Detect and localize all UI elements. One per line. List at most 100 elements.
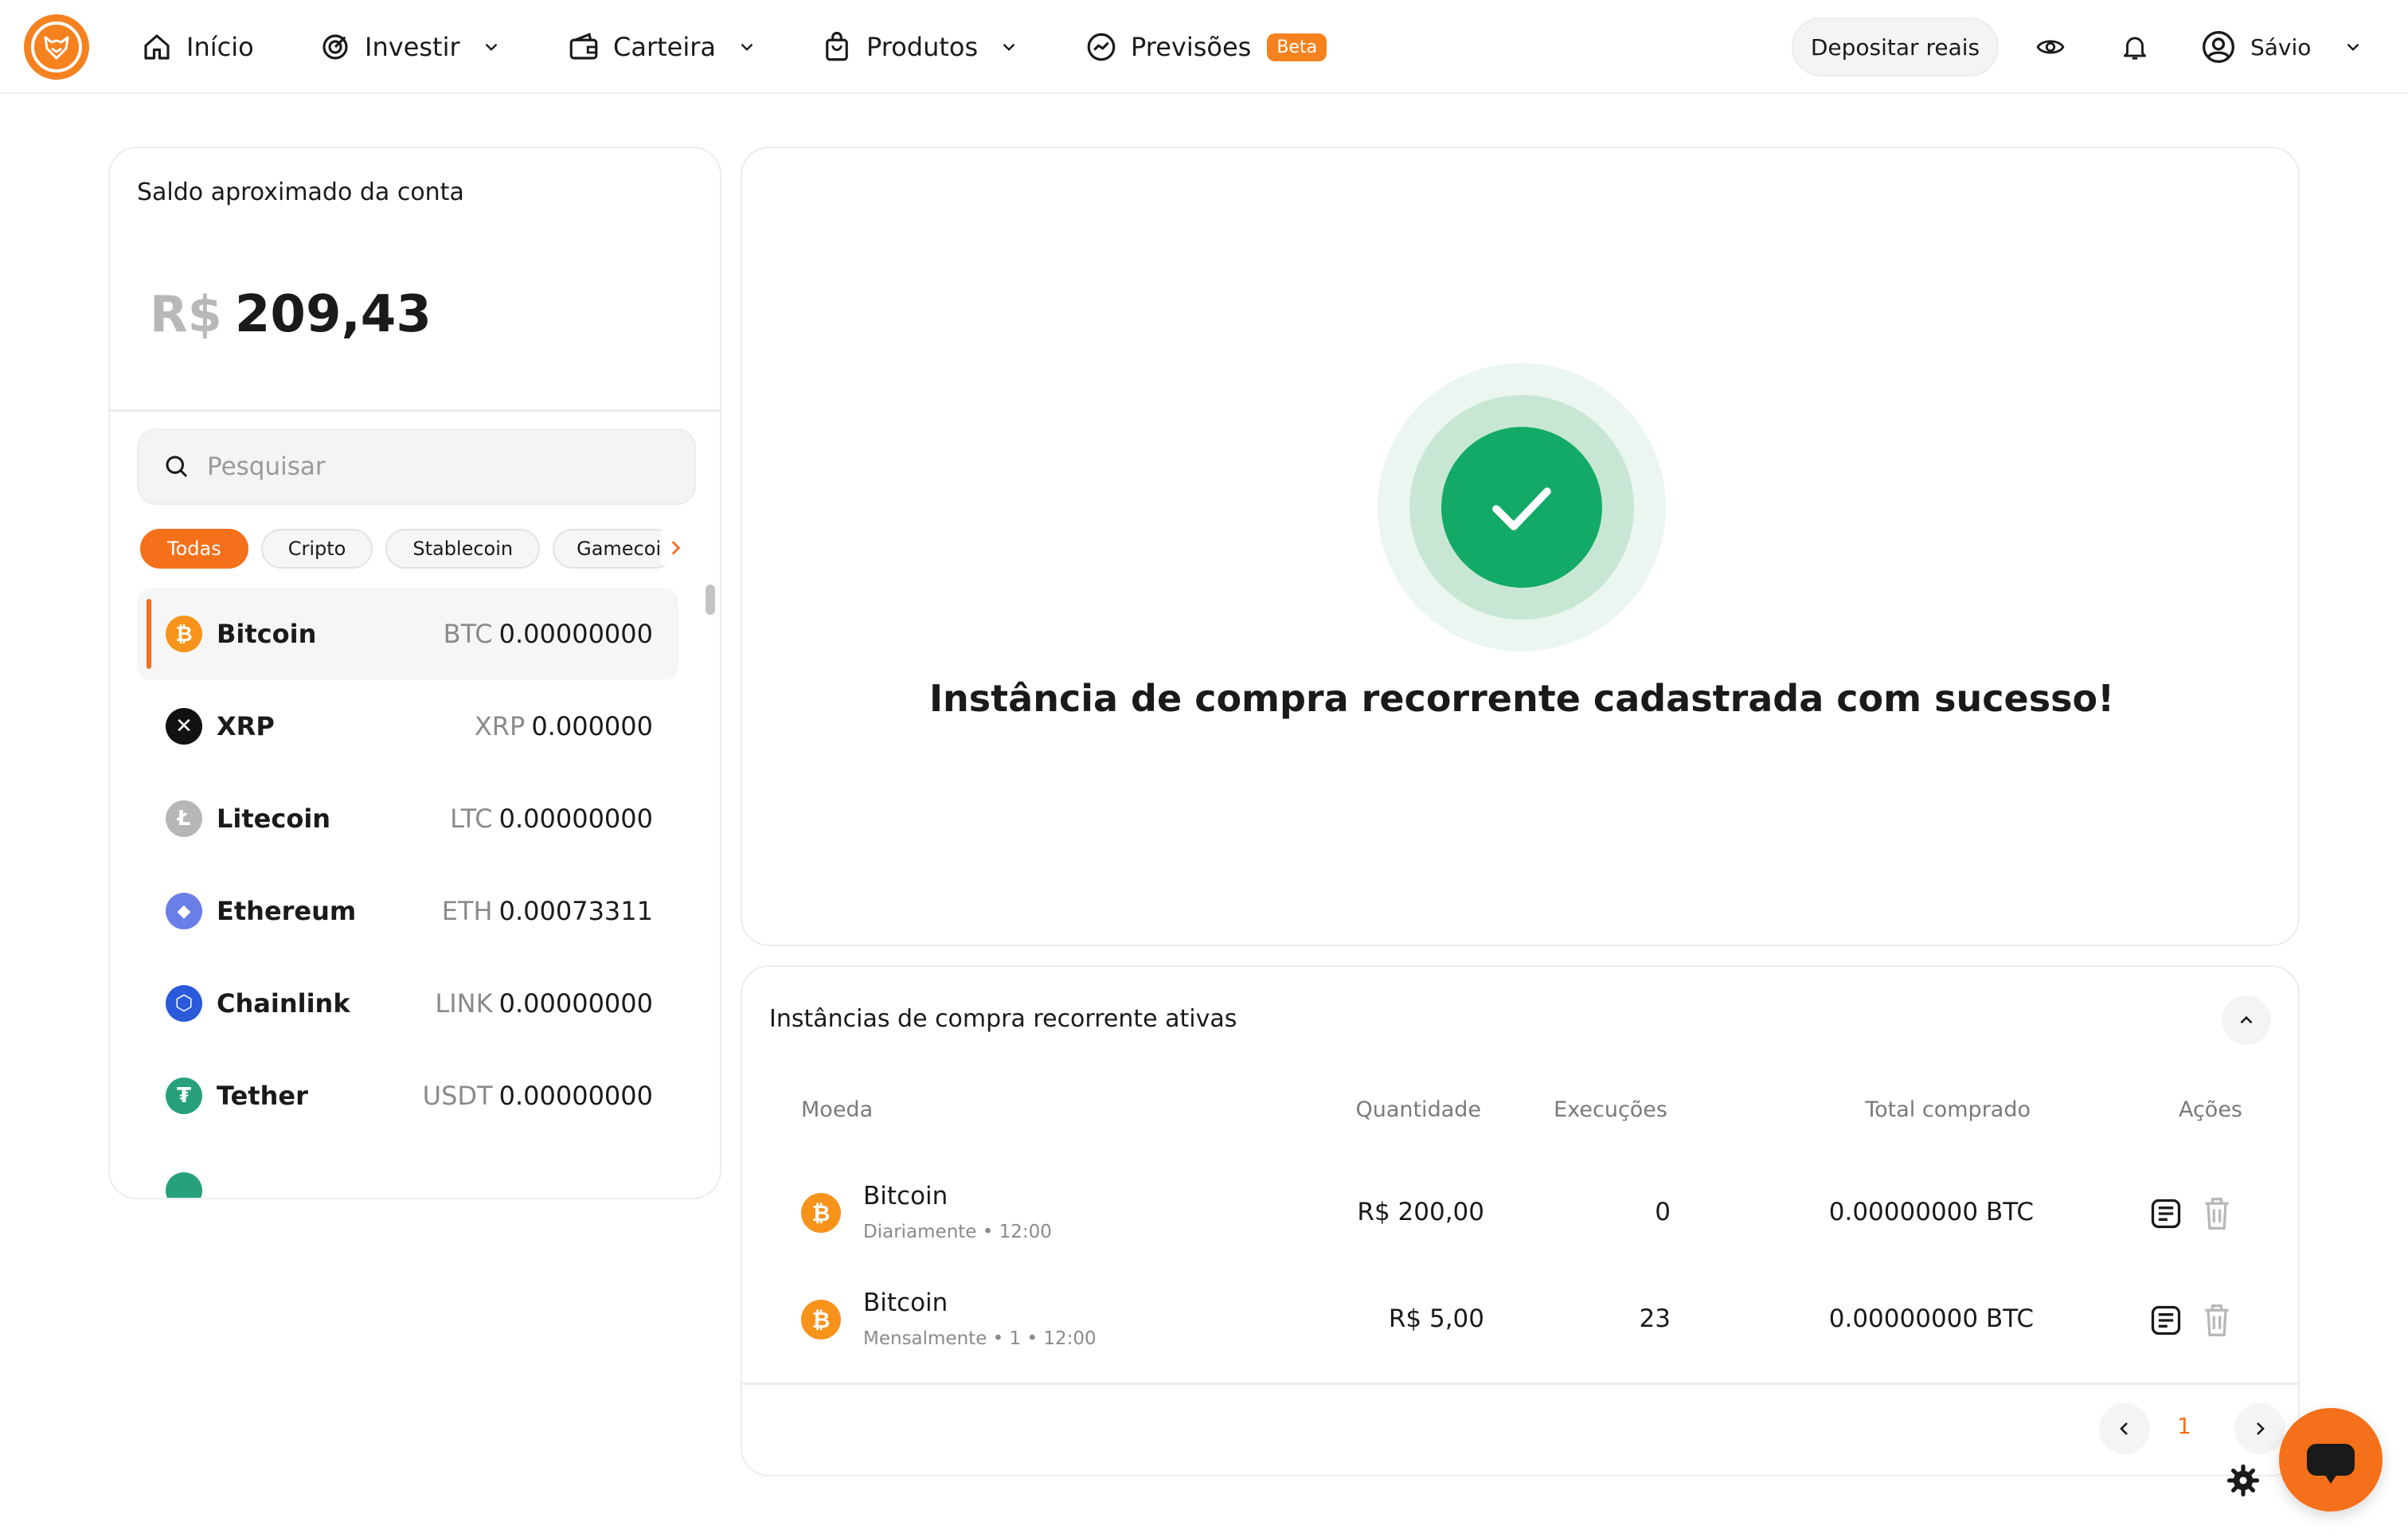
filter-cripto[interactable]: Cripto: [260, 529, 373, 569]
next-coin-icon-partial: [166, 1172, 202, 1198]
account-panel: Saldo aproximado da conta R$ 209,43 Toda…: [108, 147, 721, 1199]
coin-name: Ethereum: [217, 896, 357, 926]
coin-row-litecoin[interactable]: Ł Litecoin LTC 0.00000000: [137, 772, 678, 865]
fox-logo[interactable]: [24, 14, 89, 80]
coin-list-scrollbar[interactable]: [706, 585, 715, 615]
coin-row-chainlink[interactable]: ⬡ Chainlink LINK 0.00000000: [137, 957, 678, 1050]
coin-symbol: XRP: [474, 711, 526, 741]
search-box[interactable]: [137, 428, 696, 505]
toggle-visibility-button[interactable]: [2032, 29, 2069, 65]
gear-icon[interactable]: [2226, 1464, 2260, 1497]
chevron-down-icon: [1003, 43, 1015, 51]
coin-amount: 0.00000000: [498, 1081, 653, 1111]
tether-icon: ₮: [166, 1077, 202, 1114]
search-icon: [166, 456, 188, 478]
row-total: 0.00000000 BTC: [1828, 1198, 2034, 1226]
nav-produtos[interactable]: Produtos: [820, 24, 1019, 70]
nav-investir-label: Investir: [365, 32, 460, 62]
coin-balance: LINK 0.00000000: [435, 988, 653, 1019]
coin-name: Litecoin: [217, 804, 331, 834]
table-row: ₿ Bitcoin Mensalmente • 1 • 12:00 R$ 5,0…: [742, 1273, 2298, 1368]
coin-name: XRP: [217, 711, 275, 741]
details-icon[interactable]: [2148, 1303, 2183, 1338]
row-coin: Bitcoin: [863, 1182, 948, 1210]
nav-inicio[interactable]: Início: [140, 24, 254, 70]
home-icon: [144, 34, 170, 60]
filter-stablecoin[interactable]: Stablecoin: [385, 529, 541, 569]
chevron-right-icon: [671, 541, 681, 555]
bag-icon: [826, 32, 848, 61]
coin-balance: LTC 0.00000000: [450, 804, 653, 834]
account-balance: R$ 209,43: [150, 285, 432, 344]
row-quantity: R$ 5,00: [1388, 1304, 1484, 1333]
coin-balance: XRP 0.000000: [475, 711, 653, 741]
coin-symbol: LTC: [450, 804, 493, 834]
chevron-left-icon: [2120, 1422, 2128, 1435]
coin-row-tether[interactable]: ₮ Tether USDT 0.00000000: [137, 1050, 678, 1142]
row-executions: 0: [1655, 1198, 1671, 1226]
coin-row-xrp[interactable]: ✕ XRP XRP 0.000000: [137, 680, 678, 772]
header-total: Total comprado: [1865, 1097, 2031, 1122]
coin-amount: 0.000000: [531, 711, 653, 741]
coin-row-ethereum[interactable]: ◆ Ethereum ETH 0.00073311: [137, 865, 678, 957]
trend-icon: [1087, 33, 1116, 61]
coin-balance: BTC 0.00000000: [444, 619, 653, 649]
trash-icon[interactable]: [2199, 1301, 2234, 1339]
divider: [742, 1383, 2298, 1385]
litecoin-icon: Ł: [166, 800, 202, 837]
row-schedule: Diariamente • 12:00: [863, 1222, 1052, 1242]
coin-name: Bitcoin: [217, 619, 317, 649]
coin-balance: USDT 0.00000000: [423, 1081, 653, 1111]
chat-bubble-icon: [2307, 1444, 2355, 1484]
success-panel: Instância de compra recorrente cadastrad…: [741, 147, 2300, 946]
page-number[interactable]: 1: [2177, 1413, 2191, 1439]
coin-row-bitcoin[interactable]: ₿ Bitcoin BTC 0.00000000: [137, 588, 678, 680]
coin-balance: ETH 0.00073311: [442, 896, 653, 926]
eye-icon: [2036, 40, 2065, 54]
filter-gamecoins[interactable]: Gamecoins: [553, 529, 676, 569]
xrp-icon: ✕: [166, 708, 202, 745]
coin-symbol: BTC: [443, 619, 493, 649]
beta-badge: Beta: [1267, 33, 1327, 61]
nav-previsoes[interactable]: Previsões Beta: [1085, 24, 1327, 70]
row-coin: Bitcoin: [863, 1289, 948, 1317]
coin-name: Chainlink: [217, 988, 350, 1019]
coin-name: Tether: [217, 1081, 308, 1111]
next-page-button[interactable]: [2234, 1403, 2285, 1454]
details-icon[interactable]: [2148, 1196, 2183, 1231]
search-input[interactable]: [207, 452, 653, 481]
header-coin: Moeda: [801, 1097, 874, 1122]
bitcoin-icon: ₿: [801, 1193, 841, 1233]
notifications-button[interactable]: [2117, 29, 2153, 65]
instances-title: Instâncias de compra recorrente ativas: [769, 1005, 1237, 1033]
fox-icon: [44, 36, 69, 60]
trash-icon[interactable]: [2199, 1195, 2234, 1233]
chevron-down-icon: [485, 43, 497, 51]
success-badge: [1441, 427, 1602, 588]
filter-todas[interactable]: Todas: [140, 529, 248, 569]
nav-previsoes-label: Previsões: [1131, 32, 1252, 62]
wallet-icon: [569, 33, 598, 60]
coin-amount: 0.00000000: [498, 988, 653, 1019]
coin-symbol: LINK: [435, 988, 493, 1019]
nav-investir[interactable]: Investir: [319, 24, 502, 70]
nav-carteira[interactable]: Carteira: [567, 24, 757, 70]
top-navbar: Início Investir Carteira Produtos Previs…: [0, 0, 2408, 94]
ethereum-icon: ◆: [166, 893, 202, 929]
balance-value: 209,43: [234, 285, 432, 344]
nav-carteira-label: Carteira: [613, 32, 716, 62]
deposit-button[interactable]: Depositar reais: [1792, 18, 1999, 76]
prev-page-button[interactable]: [2099, 1403, 2150, 1454]
filters-scroll-right[interactable]: [661, 530, 690, 565]
user-menu[interactable]: Sávio: [2201, 24, 2363, 70]
row-executions: 23: [1639, 1304, 1671, 1333]
table-row: ₿ Bitcoin Diariamente • 12:00 R$ 200,00 …: [742, 1166, 2298, 1261]
chainlink-icon: ⬡: [166, 985, 202, 1022]
header-actions: Ações: [2178, 1097, 2242, 1122]
row-schedule: Mensalmente • 1 • 12:00: [863, 1328, 1096, 1349]
collapse-button[interactable]: [2222, 995, 2271, 1045]
coin-amount: 0.00073311: [498, 896, 653, 926]
chat-support-button[interactable]: [2279, 1408, 2383, 1512]
coin-amount: 0.00000000: [498, 619, 653, 649]
row-quantity: R$ 200,00: [1357, 1198, 1484, 1226]
